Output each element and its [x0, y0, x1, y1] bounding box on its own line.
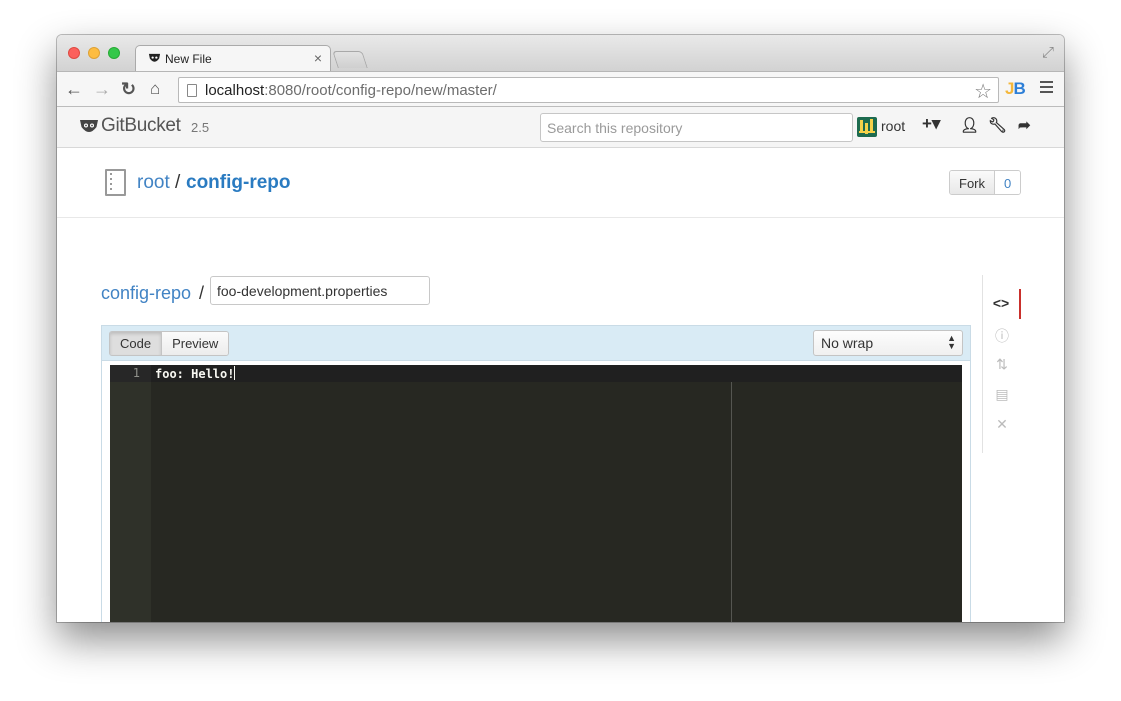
user-icon[interactable]: 👤︎	[960, 116, 979, 134]
username[interactable]: root	[881, 118, 905, 134]
fork-button[interactable]: Fork	[950, 171, 995, 194]
tab-strip: New File × ⤢	[57, 35, 1064, 71]
repository-book-icon	[105, 169, 126, 196]
create-new-icon[interactable]: +▾	[922, 114, 940, 134]
jetbrains-extension-icon[interactable]: JB	[1005, 79, 1026, 99]
path-repository-link[interactable]: config-repo	[101, 283, 191, 304]
zoom-window-button[interactable]	[108, 47, 120, 59]
reload-icon[interactable]: ↻	[121, 79, 136, 99]
editor-header: Code Preview No wrap ▲ ▼	[102, 326, 970, 361]
repository-name-link[interactable]: config-repo	[186, 172, 291, 194]
wrap-mode-value: No wrap	[821, 335, 874, 351]
tab-preview[interactable]: Preview	[162, 332, 229, 355]
print-margin	[731, 382, 732, 622]
side-nav-code-icon[interactable]: <>	[983, 289, 1021, 319]
select-arrows-icon: ▲ ▼	[947, 333, 956, 351]
browser-window: New File × ⤢ ← → ↻ ⌂ localhost:8080/root…	[57, 35, 1064, 622]
side-nav-issues-icon[interactable]: ⓘ	[983, 321, 1021, 351]
browser-toolbar: ← → ↻ ⌂ localhost:8080/root/config-repo/…	[57, 71, 1064, 107]
active-line-highlight	[110, 365, 962, 382]
repository-search-input[interactable]	[540, 113, 853, 142]
gitbucket-header: GitBucket 2.5 root +▾ 👤︎ 🔧︎ ➦	[57, 107, 1064, 148]
bookmark-star-icon[interactable]: ☆	[974, 79, 992, 104]
new-tab-button[interactable]	[332, 51, 368, 68]
gitbucket-favicon-icon	[148, 53, 161, 62]
home-icon[interactable]: ⌂	[150, 79, 160, 99]
tab-title: New File	[165, 52, 212, 66]
code-line-text: foo: Hello!	[155, 367, 235, 381]
path-separator: /	[199, 283, 205, 303]
page-icon	[187, 84, 197, 97]
page-content: GitBucket 2.5 root +▾ 👤︎ 🔧︎ ➦ root / con…	[57, 107, 1064, 622]
tab-code[interactable]: Code	[110, 332, 163, 355]
line-number: 1	[132, 366, 140, 380]
fullscreen-icon[interactable]: ⤢	[1042, 44, 1054, 61]
close-window-button[interactable]	[68, 47, 80, 59]
fork-button-group: Fork 0	[949, 170, 1022, 195]
gitbucket-logo-icon[interactable]	[79, 117, 99, 137]
minimize-window-button[interactable]	[88, 47, 100, 59]
browser-menu-icon[interactable]	[1040, 81, 1053, 96]
back-arrow-icon[interactable]: ←	[65, 79, 83, 99]
address-bar[interactable]: localhost:8080/root/config-repo/new/mast…	[178, 77, 999, 103]
forward-arrow-icon[interactable]: →	[93, 79, 111, 99]
sign-out-icon[interactable]: ➦	[1018, 116, 1031, 134]
repository-side-nav: <> ⓘ ⇅ ▤ ✕	[982, 275, 1021, 453]
url-text: localhost:8080/root/config-repo/new/mast…	[205, 82, 497, 99]
file-editor: Code Preview No wrap ▲ ▼ 1 foo: Hello!	[101, 325, 971, 622]
code-line[interactable]: foo: Hello!	[155, 366, 236, 381]
avatar[interactable]	[857, 117, 877, 137]
wrench-icon[interactable]: 🔧︎	[988, 116, 1007, 134]
code-editor[interactable]: 1 foo: Hello!	[110, 365, 962, 622]
browser-tab[interactable]: New File ×	[135, 45, 331, 71]
wrap-mode-select[interactable]: No wrap ▲ ▼	[813, 330, 963, 356]
jb-letter-b: B	[1013, 79, 1025, 98]
side-nav-settings-icon[interactable]: ✕	[983, 411, 1021, 441]
side-nav-pull-requests-icon[interactable]: ⇅	[983, 351, 1021, 381]
editor-mode-tabs: Code Preview	[109, 331, 230, 356]
side-nav-wiki-icon[interactable]: ▤	[983, 381, 1021, 411]
brand-name[interactable]: GitBucket	[101, 115, 181, 137]
text-cursor	[234, 366, 236, 380]
repository-bar: root / config-repo Fork 0	[57, 148, 1064, 218]
version-label: 2.5	[191, 120, 210, 135]
line-number-gutter	[110, 365, 151, 622]
tab-close-icon[interactable]: ×	[314, 50, 322, 66]
repository-separator: /	[175, 172, 181, 193]
url-host: localhost	[205, 82, 265, 99]
repository-owner-link[interactable]: root	[137, 172, 170, 194]
file-name-input[interactable]	[210, 276, 430, 305]
fork-count[interactable]: 0	[995, 171, 1021, 194]
url-path: :8080/root/config-repo/new/master/	[264, 82, 497, 99]
